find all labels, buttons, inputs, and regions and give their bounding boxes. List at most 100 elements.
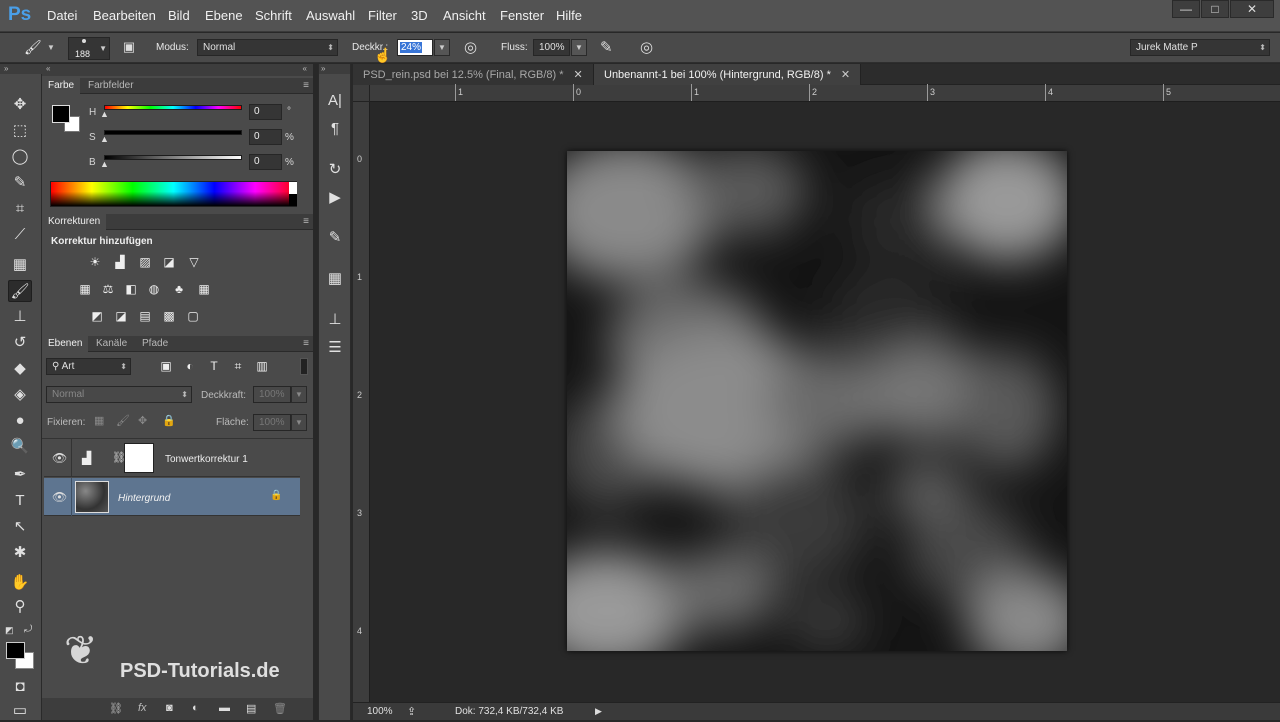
lock-pixels-icon[interactable]: 🖌 [116, 414, 130, 427]
brush-panel-icon[interactable]: ▣ [120, 39, 138, 57]
eraser-icon[interactable]: ◆ [8, 358, 32, 380]
foreground-color-swatch[interactable] [6, 642, 25, 659]
tab-kanaele[interactable]: Kanäle [90, 336, 133, 352]
status-menu-arrow-icon[interactable]: ▶ [595, 706, 602, 717]
brush-preset-icon[interactable]: 🖌 [24, 39, 42, 57]
horizontal-ruler[interactable]: 1 0 1 2 3 4 5 [370, 84, 1280, 102]
link-layers-icon[interactable]: ⛓ [109, 702, 123, 715]
brightness-value[interactable]: 0 [249, 154, 282, 170]
gradient-map-icon[interactable]: ▩ [161, 309, 177, 324]
pen-icon[interactable]: ✒ [8, 464, 32, 486]
layer-thumbnail[interactable] [75, 481, 109, 513]
brightness-contrast-icon[interactable]: ☀ [87, 255, 103, 270]
fx-icon[interactable]: fx [138, 702, 147, 714]
vertical-ruler[interactable]: 0 1 2 3 4 [353, 102, 370, 702]
panel-menu-icon[interactable]: ≡ [303, 80, 309, 91]
layer-mask-thumbnail[interactable] [124, 443, 154, 473]
exposure-icon[interactable]: ◪ [161, 255, 177, 270]
tab-farbfelder[interactable]: Farbfelder [82, 78, 140, 94]
lock-transparent-icon[interactable]: ▦ [94, 414, 104, 427]
hue-slider[interactable] [104, 105, 242, 110]
menu-ansicht[interactable]: Ansicht [443, 8, 486, 23]
chevron-down-icon[interactable]: ▼ [47, 43, 55, 52]
brush-size-picker[interactable]: 188 ▼ [68, 37, 110, 60]
stamp-icon[interactable]: ⊥ [8, 306, 32, 328]
menu-datei[interactable]: Datei [47, 8, 77, 23]
color-foreground-swatch[interactable] [52, 105, 70, 123]
saturation-value[interactable]: 0 [249, 129, 282, 145]
eyedropper-icon[interactable]: ⟋ [8, 224, 32, 246]
hue-value[interactable]: 0 [249, 104, 282, 120]
hue-saturation-icon[interactable]: ▦ [77, 282, 93, 297]
lasso-icon[interactable]: ◯ [8, 146, 32, 168]
crop-icon[interactable]: ⌗ [8, 198, 32, 220]
bucket-icon[interactable]: ◈ [8, 384, 32, 406]
collapse-icon[interactable]: » [0, 64, 42, 74]
threshold-icon[interactable]: ▤ [137, 309, 153, 324]
zoom-level[interactable]: 100% [367, 706, 393, 717]
slider-thumb-icon[interactable]: ▲ [100, 134, 109, 144]
add-mask-icon[interactable]: ◙ [166, 702, 173, 714]
layer-name[interactable]: Hintergrund [118, 493, 170, 504]
eye-icon[interactable]: 👁 [52, 490, 67, 504]
filter-toggle[interactable] [300, 358, 308, 375]
brightness-slider[interactable] [104, 155, 242, 160]
layer-opacity-dropdown[interactable]: ▼ [291, 386, 307, 403]
tab-pfade[interactable]: Pfade [136, 336, 174, 352]
filter-type-icon[interactable]: T [206, 359, 222, 374]
menu-hilfe[interactable]: Hilfe [556, 8, 582, 23]
airbrush-icon[interactable]: ✎ [600, 38, 613, 56]
minimize-button[interactable]: — [1172, 0, 1200, 18]
menu-bild[interactable]: Bild [168, 8, 190, 23]
color-lookup-icon[interactable]: ▦ [196, 282, 212, 297]
move-icon[interactable]: ✥ [8, 94, 32, 116]
menu-fenster[interactable]: Fenster [500, 8, 544, 23]
lock-position-icon[interactable]: ✥ [138, 414, 147, 427]
layer-row-hintergrund[interactable]: 👁 Hintergrund 🔒 [44, 478, 300, 516]
menu-3d[interactable]: 3D [411, 8, 428, 23]
channel-mixer-icon[interactable]: ♣ [171, 282, 187, 297]
shape-icon[interactable]: ✱ [8, 542, 32, 564]
new-layer-icon[interactable]: ▤ [246, 702, 256, 715]
curves-icon[interactable]: ▨ [137, 255, 153, 270]
menu-auswahl[interactable]: Auswahl [306, 8, 355, 23]
filter-smart-icon[interactable]: ▥ [254, 359, 270, 374]
layer-opacity-field[interactable]: 100% [253, 386, 291, 403]
pressure-size-icon[interactable]: ◎ [640, 38, 653, 56]
dodge-icon[interactable]: 🔍 [8, 436, 32, 458]
flow-dropdown-button[interactable]: ▼ [571, 39, 587, 56]
workspace-select[interactable]: Jurek Matte P ⬍ [1130, 39, 1270, 56]
tab-korrekturen[interactable]: Korrekturen [42, 214, 107, 230]
levels-icon[interactable]: ▟ [112, 255, 128, 270]
history-brush-icon[interactable]: ↺ [8, 332, 32, 354]
selective-color-icon[interactable]: ▢ [185, 309, 201, 324]
close-icon[interactable]: ✕ [841, 69, 850, 81]
white-swatch[interactable] [289, 182, 297, 194]
healing-icon[interactable]: ▦ [8, 254, 32, 276]
slider-thumb-icon[interactable]: ▲ [100, 109, 109, 119]
flow-field[interactable]: 100% [533, 39, 570, 56]
saturation-slider[interactable] [104, 130, 242, 135]
layer-name[interactable]: Tonwertkorrektur 1 [165, 454, 248, 465]
invert-icon[interactable]: ◩ [89, 309, 105, 324]
color-balance-icon[interactable]: ⚖ [100, 282, 116, 297]
menu-filter[interactable]: Filter [368, 8, 397, 23]
swap-colors-icon[interactable]: ⤾ [24, 624, 32, 635]
collapse-icon[interactable]: » [319, 64, 350, 74]
black-white-icon[interactable]: ◧ [123, 282, 139, 297]
tab-document-unbenannt[interactable]: Unbenannt-1 bei 100% (Hintergrund, RGB/8… [594, 64, 862, 85]
quick-mask-icon[interactable]: ◘ [8, 676, 32, 698]
quick-select-icon[interactable]: ✎ [8, 172, 32, 194]
lock-all-icon[interactable]: 🔒 [162, 414, 176, 427]
image-canvas[interactable] [567, 151, 1067, 651]
fill-field[interactable]: 100% [253, 414, 291, 431]
mode-select[interactable]: Normal ⬍ [197, 39, 338, 56]
tab-farbe[interactable]: Farbe [42, 78, 81, 94]
layer-row-tonwertkorrektur[interactable]: 👁 ▟ ⛓ Tonwertkorrektur 1 [44, 439, 300, 477]
new-group-icon[interactable]: ▬ [219, 702, 230, 714]
photo-filter-icon[interactable]: ◍ [146, 282, 162, 297]
actions-icon[interactable]: ▶ [323, 187, 347, 209]
clone-source-icon[interactable]: ⊥ [323, 309, 347, 331]
layer-comps-icon[interactable]: ▦ [323, 268, 347, 290]
opacity-field[interactable]: 24% [397, 39, 433, 56]
